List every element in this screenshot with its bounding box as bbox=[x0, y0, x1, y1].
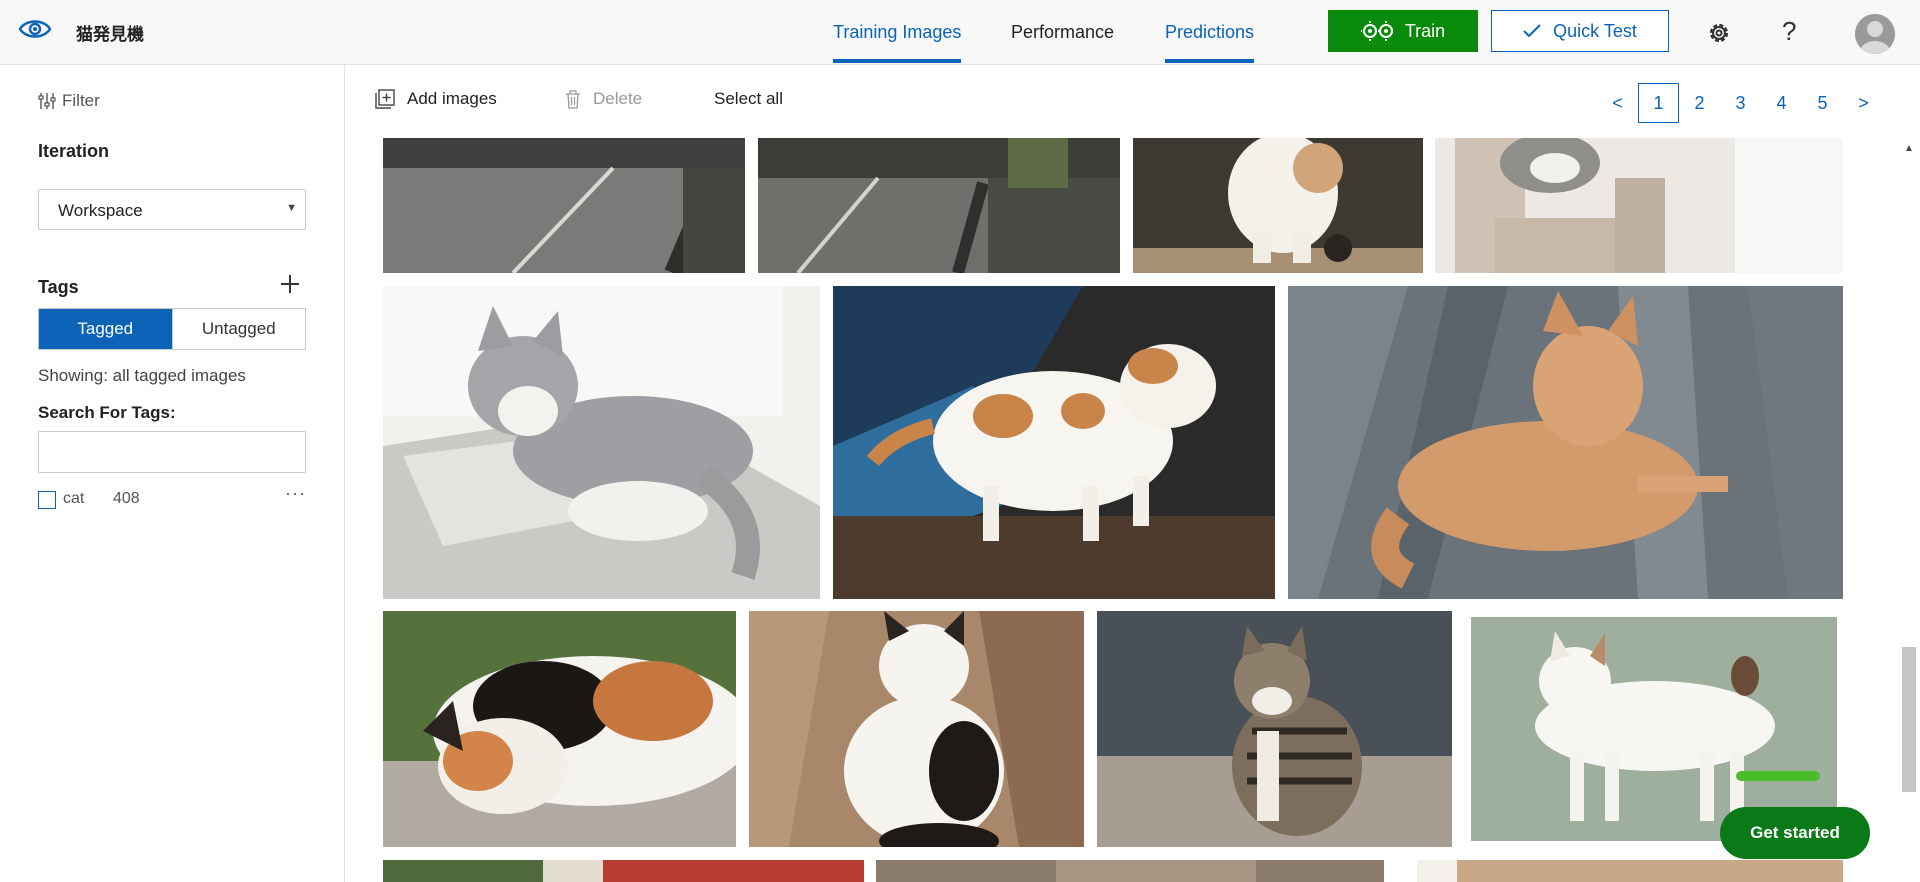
trash-icon bbox=[566, 89, 580, 109]
tab-training-images[interactable]: Training Images bbox=[833, 22, 962, 63]
tag-more-options-icon[interactable]: ··· bbox=[285, 483, 306, 504]
help-icon[interactable]: ? bbox=[1782, 16, 1796, 47]
delete-button[interactable]: Delete bbox=[565, 89, 642, 109]
iteration-heading: Iteration bbox=[38, 141, 110, 161]
page-3-button[interactable]: 3 bbox=[1720, 83, 1761, 123]
tab-predictions-label: Predictions bbox=[1165, 22, 1255, 42]
delete-label: Delete bbox=[593, 89, 643, 108]
add-images-label: Add images bbox=[407, 89, 497, 108]
showing-status-text: Showing: all tagged images bbox=[38, 366, 246, 385]
tagged-option[interactable]: Tagged bbox=[39, 309, 172, 349]
page-5-button[interactable]: 5 bbox=[1802, 83, 1843, 123]
checkmark-icon bbox=[1523, 24, 1541, 38]
tag-checkbox[interactable] bbox=[38, 491, 56, 509]
gallery-image-calico-cat-sleeping[interactable] bbox=[383, 611, 736, 847]
add-tag-plus-icon[interactable] bbox=[279, 273, 301, 295]
page-next-button[interactable]: > bbox=[1843, 83, 1884, 123]
scroll-up-arrow-icon[interactable]: ▲ bbox=[1904, 143, 1914, 154]
filter-label: Filter bbox=[62, 91, 100, 110]
gallery-image-row4-2[interactable] bbox=[876, 860, 1384, 882]
gallery-image-row4-3[interactable] bbox=[1417, 860, 1843, 882]
gallery-scrollbar[interactable]: ▲ bbox=[1898, 135, 1920, 882]
tag-list-item: cat 408 ··· bbox=[38, 483, 306, 511]
gallery-image-cat-sitting-white[interactable] bbox=[1133, 138, 1423, 273]
page-1-button[interactable]: 1 bbox=[1638, 83, 1679, 123]
tab-active-underline bbox=[833, 59, 962, 63]
user-avatar-icon bbox=[1855, 14, 1895, 54]
gears-icon bbox=[1360, 21, 1393, 41]
train-button-label: Train bbox=[1404, 20, 1446, 41]
tagged-untagged-toggle: Tagged Untagged bbox=[38, 308, 306, 350]
page-2-button[interactable]: 2 bbox=[1679, 83, 1720, 123]
tab-predictions[interactable]: Predictions bbox=[1165, 22, 1255, 63]
gallery-image-parking-lot-2[interactable] bbox=[758, 138, 1120, 273]
pagination: < 1 2 3 4 5 > bbox=[1597, 83, 1884, 123]
avatar[interactable] bbox=[1855, 14, 1895, 54]
filter-button[interactable]: Filter bbox=[38, 91, 100, 111]
filter-sliders-icon bbox=[38, 93, 56, 109]
tab-performance-label: Performance bbox=[1011, 22, 1115, 42]
tag-count: 408 bbox=[113, 490, 140, 507]
scrollbar-thumb[interactable] bbox=[1902, 647, 1916, 792]
sidebar: Filter Iteration Workspace ▼ Tags Tagged… bbox=[0, 65, 345, 882]
image-toolbar: Add images Delete Select all < 1 2 3 4 5… bbox=[345, 65, 1920, 135]
tab-training-images-label: Training Images bbox=[833, 22, 962, 42]
iteration-dropdown[interactable]: Workspace ▼ bbox=[38, 189, 306, 230]
tag-name: cat bbox=[63, 490, 85, 507]
page-4-button[interactable]: 4 bbox=[1761, 83, 1802, 123]
gallery-image-calico-cat-walking[interactable] bbox=[833, 286, 1275, 599]
quick-test-button-label: Quick Test bbox=[1553, 20, 1637, 41]
select-all-button[interactable]: Select all bbox=[714, 89, 783, 109]
add-image-icon bbox=[375, 89, 395, 109]
gallery-image-tabby-cat-sitting[interactable] bbox=[1097, 611, 1452, 847]
gallery-image-kitten-on-laptop[interactable] bbox=[383, 286, 820, 599]
get-started-progress-bar bbox=[1736, 771, 1820, 781]
iteration-selected-value: Workspace bbox=[58, 201, 143, 220]
train-button[interactable]: Train bbox=[1328, 10, 1478, 52]
dropdown-caret-icon: ▼ bbox=[286, 202, 297, 214]
gallery-image-cat-on-chair[interactable] bbox=[1435, 138, 1843, 273]
search-tags-label: Search For Tags: bbox=[38, 403, 176, 422]
quick-test-button[interactable]: Quick Test bbox=[1491, 10, 1669, 52]
tab-predictions-underline bbox=[1165, 59, 1255, 63]
page-prev-button[interactable]: < bbox=[1597, 83, 1638, 123]
top-header: 猫発見機 Training Images Performance Predict… bbox=[0, 0, 1920, 65]
gallery-image-orange-kitten-on-deck[interactable] bbox=[1288, 286, 1843, 599]
app-title: 猫発見機 bbox=[76, 25, 144, 44]
gallery-image-parking-lot-1[interactable] bbox=[383, 138, 745, 273]
eye-logo-icon bbox=[18, 20, 52, 38]
untagged-option[interactable]: Untagged bbox=[171, 309, 305, 349]
gallery-image-row4-1[interactable] bbox=[383, 860, 864, 882]
add-images-button[interactable]: Add images bbox=[375, 89, 497, 109]
tab-performance[interactable]: Performance bbox=[1011, 22, 1114, 43]
tags-heading: Tags bbox=[38, 277, 79, 297]
search-tags-input[interactable] bbox=[38, 431, 306, 473]
get-started-button[interactable]: Get started bbox=[1720, 807, 1870, 859]
gear-icon[interactable] bbox=[1706, 20, 1732, 46]
gallery-image-black-white-cat-sitting[interactable] bbox=[749, 611, 1084, 847]
image-gallery bbox=[345, 135, 1920, 882]
